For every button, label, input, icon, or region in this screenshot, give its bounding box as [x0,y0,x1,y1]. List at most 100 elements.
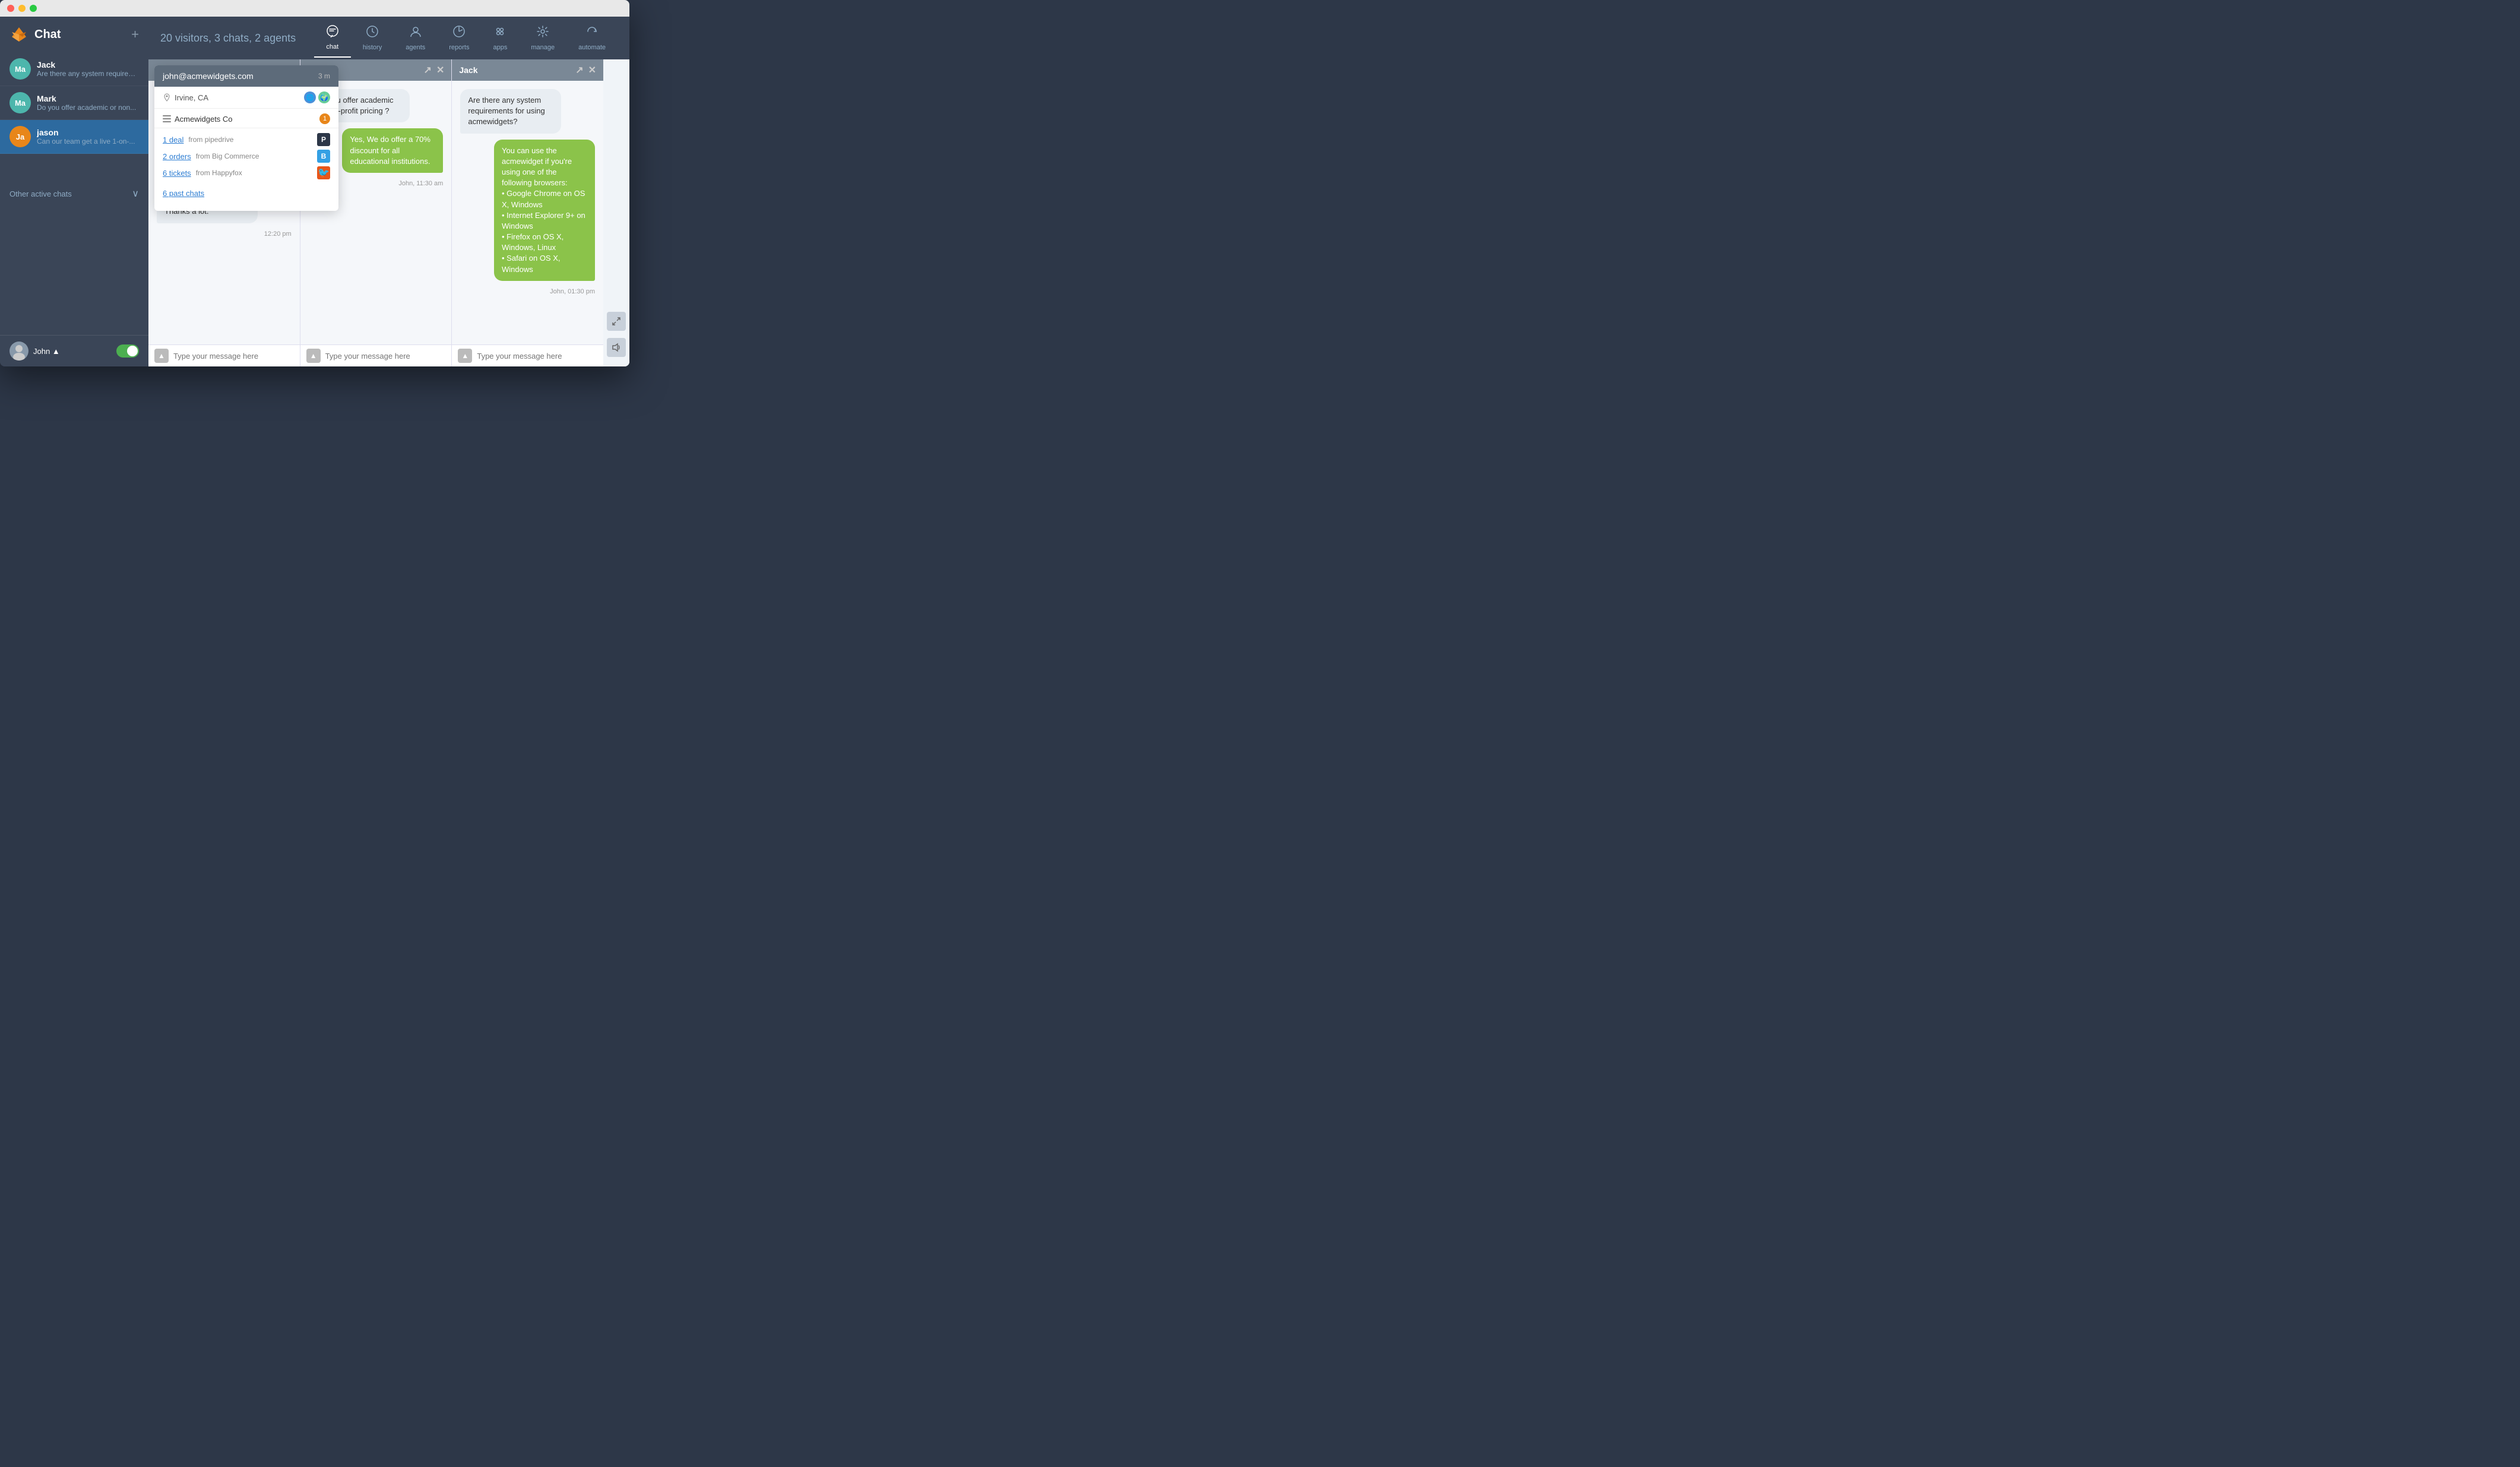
user-avatar-img [10,342,29,361]
other-active-chats[interactable]: Other active chats ∨ [0,181,148,207]
chat-info-mark: Mark Do you offer academic or non... [37,94,139,112]
bigcommerce-icon: B [317,150,330,163]
automate-nav-label: automate [578,44,606,51]
pipedrive-link[interactable]: 1 deal [163,135,183,144]
browser-icon: 🌐 [304,91,316,103]
sidebar: Chat + Ma Jack Are there any system requ… [0,17,148,366]
sidebar-item-jason[interactable]: Ja jason Can our team get a live 1-on-..… [0,120,148,154]
happyfox-link[interactable]: 6 tickets [163,169,191,178]
nav-item-reports[interactable]: reports [437,19,481,57]
pipedrive-source: from pipedrive [188,135,233,144]
message-meta: John, 01:30 pm [550,288,595,295]
close-button[interactable] [7,5,14,12]
popup-browser-icons: 🌐 🌍 [304,91,330,103]
integration-pipedrive: 1 deal from pipedrive P [163,133,330,146]
popup-company: Acmewidgets Co 1 [154,109,338,128]
chat-nav-icon [326,24,339,41]
messages-jack: Are there any system requirements for us… [452,81,603,344]
popup-tail [240,204,252,211]
scroll-up-button-jack[interactable]: ▲ [458,349,472,363]
bigcommerce-source: from Big Commerce [196,152,259,160]
sound-icon [612,343,621,352]
close-button-mark[interactable]: ✕ [436,64,444,76]
company-badge: 1 [319,113,330,124]
chat-name-mark: Mark [37,94,139,103]
chat-input-area-jason: ▲ [148,344,300,366]
scroll-up-button-jason[interactable]: ▲ [154,349,169,363]
sidebar-item-mark[interactable]: Ma Mark Do you offer academic or non... [0,86,148,120]
avatar-jason: Ja [10,126,31,147]
chat-input-jason[interactable] [169,349,294,363]
chat-preview-mark: Do you offer academic or non... [37,103,139,112]
close-button-jack[interactable]: ✕ [588,64,596,76]
popup-integrations: 1 deal from pipedrive P 2 orders from Bi… [154,128,338,184]
sidebar-item-jack[interactable]: Ma Jack Are there any system requirem... [0,52,148,86]
transfer-button-jack[interactable]: ↗ [575,64,583,76]
chat-preview-jack: Are there any system requirem... [37,69,139,78]
nav-item-chat[interactable]: chat [314,18,351,58]
chat-info-jack: Jack Are there any system requirem... [37,60,139,78]
apps-nav-label: apps [493,44,508,51]
reports-nav-icon [452,25,466,42]
nav-item-agents[interactable]: agents [394,19,437,57]
right-panel [603,59,629,366]
integration-happyfox: 6 tickets from Happyfox 🐦 [163,166,330,179]
chat-input-mark[interactable] [321,349,446,363]
nav-item-manage[interactable]: manage [519,19,566,57]
user-name: John ▲ [33,347,60,356]
popup-header: john@acmewidgets.com 3 m [154,65,338,87]
happyfox-source: from Happyfox [196,169,242,177]
scroll-up-button-mark[interactable]: ▲ [306,349,321,363]
integration-bigcommerce: 2 orders from Big Commerce B [163,150,330,163]
bigcommerce-link[interactable]: 2 orders [163,152,191,161]
sound-button[interactable] [607,338,626,357]
chat-input-jack[interactable] [472,349,597,363]
flag-icon: 🌍 [318,91,330,103]
nav-item-history[interactable]: history [351,19,394,57]
pipedrive-icon: P [317,133,330,146]
top-navigation: 20 visitors, 3 chats, 2 agents chat [148,17,629,59]
minimize-button[interactable] [18,5,26,12]
message-item: Are there any system requirements for us… [460,89,561,134]
popup-location: Irvine, CA 🌐 🌍 [154,87,338,109]
chat-name-jack: Jack [37,60,139,69]
manage-nav-icon [536,25,549,42]
brand-title: Chat [34,28,61,42]
agents-nav-label: agents [406,44,425,51]
message-time: 12:20 pm [264,230,292,238]
status-toggle[interactable] [116,344,139,358]
chat-preview-jason: Can our team get a live 1-on-... [37,137,139,146]
chevron-down-icon: ∨ [132,188,139,200]
manage-nav-label: manage [531,44,555,51]
sidebar-footer: John ▲ [0,335,148,366]
toggle-knob [127,346,138,356]
history-nav-label: history [363,44,382,51]
expand-button[interactable] [607,312,626,331]
location-icon [163,93,171,102]
expand-icon [612,317,621,326]
history-nav-icon [366,25,379,42]
nav-item-apps[interactable]: apps [482,19,520,57]
apps-nav-icon [493,25,506,42]
sidebar-header: Chat + [0,17,148,52]
main-content: 20 visitors, 3 chats, 2 agents chat [148,17,629,366]
transfer-button-mark[interactable]: ↗ [424,64,432,76]
popup-location-text: Irvine, CA [175,93,208,102]
add-chat-button[interactable]: + [131,28,139,41]
chat-name-jason: jason [37,128,139,137]
past-chats-link[interactable]: 6 past chats [154,184,338,204]
window-actions-jack: ↗ ✕ [575,64,596,76]
chat-window-title-jack: Jack [459,65,477,75]
company-name: Acmewidgets Co [163,115,233,124]
chat-input-area-jack: ▲ [452,344,603,366]
brand: Chat [10,25,61,44]
nav-item-automate[interactable]: automate [566,19,618,57]
message-item: Yes, We do offer a 70% discount for all … [342,128,443,173]
avatar-jack: Ma [10,58,31,80]
chat-list: Ma Jack Are there any system requirem...… [0,52,148,181]
window-actions-mark: ↗ ✕ [424,64,445,76]
nav-items: chat history [314,18,618,58]
automate-nav-icon [585,25,599,42]
maximize-button[interactable] [30,5,37,12]
avatar-mark: Ma [10,92,31,113]
